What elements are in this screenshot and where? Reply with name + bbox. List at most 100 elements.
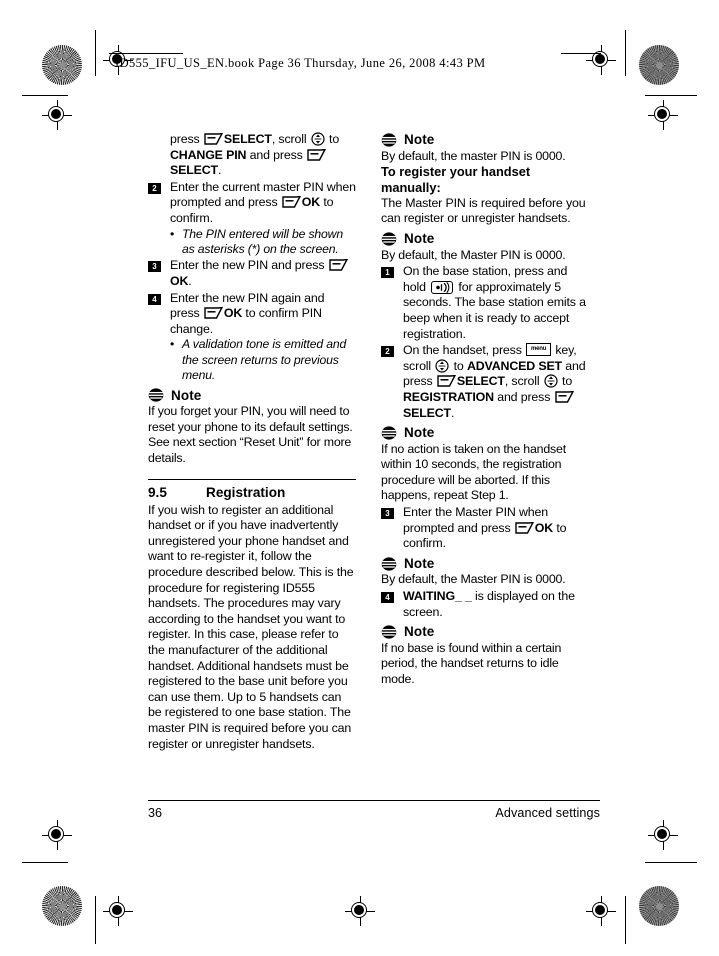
note-icon [381, 625, 397, 639]
step-3-bold-ok: OK [170, 273, 189, 288]
bullet-text-validation-tone: A validation tone is emitted and the scr… [182, 337, 347, 383]
softkey-icon [204, 306, 224, 319]
note-text-no-action: If no action is taken on the handset wit… [381, 441, 566, 503]
step-1-text-part2: , scroll [271, 132, 310, 146]
star-target-top-right [639, 45, 679, 85]
reg-step-4-bold-waiting: WAITING_ _ [403, 589, 472, 604]
registration-mark-top-right-lower [648, 100, 678, 130]
note-header-no-base-found: Note [381, 624, 589, 640]
reg-step-2-text-part6: to [558, 374, 573, 389]
step-2-bold-ok: OK [301, 195, 321, 210]
reg-step-4-body: WAITING_ _ is displayed on the screen. [403, 589, 589, 620]
reg-step-1: 1 On the base station, press and hold fo… [381, 264, 589, 342]
section-heading-registration: 9.5 Registration [148, 485, 356, 501]
reg-step-2-text-part8: . [450, 405, 455, 420]
reg-step-3-number: 3 [381, 508, 394, 520]
step-4-bold-ok: OK [223, 306, 243, 321]
step-1-bold-select-2: SELECT [170, 163, 218, 178]
scroll-key-icon [311, 132, 325, 146]
note-text-master-pin-3: By default, the Master PIN is 0000. [381, 572, 566, 587]
page-body: press SELECT, scroll to CHANGE PIN and p… [148, 132, 600, 832]
bullet-text-pin-asterisks: The PIN entered will be shown as asteris… [182, 226, 343, 256]
left-column: press SELECT, scroll to CHANGE PIN and p… [148, 132, 356, 752]
reg-step-2-text-part5: , scroll [504, 374, 543, 389]
trim-line-bottom-left [95, 896, 96, 944]
trim-line-right-top [645, 95, 697, 96]
step-1-text-part4: and press [246, 147, 306, 162]
bullet-item-pin-asterisks: • The PIN entered will be shown as aster… [170, 227, 356, 258]
reg-step-4: 4 WAITING_ _ is displayed on the screen. [381, 589, 589, 620]
trim-line-bottom-right [625, 896, 626, 944]
note-icon [381, 426, 397, 440]
registration-mark-bottom-left-lower [103, 896, 133, 926]
note-text-master-pin-2: By default, the Master PIN is 0000. [381, 247, 566, 262]
section-body-registration: If you wish to register an additional ha… [148, 502, 354, 751]
step-1-continuation: press SELECT, scroll to CHANGE PIN and p… [170, 132, 356, 179]
reg-step-2-body: On the handset, press menu key, scroll t… [403, 343, 589, 421]
note-text-master-pin-1: By default, the master PIN is 0000. [381, 148, 566, 163]
softkey-icon [204, 132, 224, 145]
step-1-bold-change-pin: CHANGE PIN [170, 147, 247, 162]
step-1-text-part5: . [217, 163, 222, 178]
reg-step-2-text-part7: and press [493, 389, 554, 404]
note-label: Note [404, 425, 435, 441]
page-footer: 36 Advanced settings [148, 800, 600, 820]
note-icon [381, 232, 397, 246]
reg-step-2-bold-select-2: SELECT [403, 405, 451, 420]
bullet-dot-icon: • [170, 226, 175, 241]
reg-step-3-body: Enter the Master PIN when prompted and p… [403, 505, 589, 552]
softkey-icon [307, 148, 327, 161]
note-header-forgot-pin: Note [148, 388, 356, 404]
sheet-header: ID555_IFU_US_EN.book Page 36 Thursday, J… [95, 50, 625, 78]
note-header-master-pin-1: Note [381, 132, 589, 148]
reg-step-2-text-part1: On the handset, press [403, 343, 526, 358]
step-3: 3 Enter the new PIN and press OK. [148, 258, 356, 289]
step-4: 4 Enter the new PIN again and press OK t… [148, 291, 356, 338]
bullet-dot-icon: • [170, 337, 175, 352]
registration-mark-bottom-right-upper [648, 820, 678, 850]
header-rule-right [561, 53, 601, 54]
note-icon [381, 557, 397, 571]
intro-text-master-pin: The Master PIN is required before you ca… [381, 195, 586, 226]
reg-step-2: 2 On the handset, press menu key, scroll… [381, 343, 589, 421]
step-4-number: 4 [148, 293, 161, 305]
softkey-icon [328, 259, 348, 272]
note-text-forgot-pin: If you forget your PIN, you will need to… [148, 404, 353, 465]
star-target-top-left [42, 45, 82, 85]
step-2-body: Enter the current master PIN when prompt… [170, 180, 356, 227]
header-rule-left [109, 53, 183, 54]
note-label: Note [171, 387, 202, 403]
reg-step-3: 3 Enter the Master PIN when prompted and… [381, 505, 589, 552]
registration-mark-top-left-lower [42, 100, 72, 130]
menu-key-label: menu [530, 346, 547, 353]
trim-line-right-bottom [645, 862, 697, 863]
subheading-register-manually: To register your handset manually: [381, 164, 531, 195]
note-label: Note [404, 230, 435, 246]
reg-step-4-number: 4 [381, 592, 394, 604]
reg-step-2-bold-registration: REGISTRATION [403, 389, 494, 404]
footer-row: 36 Advanced settings [148, 806, 600, 820]
note-icon [148, 388, 164, 402]
note-label: Note [404, 624, 435, 640]
trim-line-top-right [625, 30, 626, 76]
reg-step-1-number: 1 [381, 267, 394, 279]
softkey-icon [515, 521, 535, 534]
header-banner-text: ID555_IFU_US_EN.book Page 36 Thursday, J… [115, 56, 486, 70]
footer-page-number: 36 [148, 806, 163, 820]
softkey-icon [554, 390, 574, 403]
step-2: 2 Enter the current master PIN when prom… [148, 180, 356, 227]
paging-key-icon [431, 280, 454, 294]
step-1-text-part3: to [325, 132, 340, 146]
reg-step-2-text-part3: to [450, 358, 467, 373]
scroll-key-icon [435, 359, 449, 373]
note-icon [381, 133, 397, 147]
note-header-master-pin-2: Note [381, 231, 589, 247]
step-3-text-part2: . [188, 273, 192, 288]
reg-step-2-number: 2 [381, 346, 394, 358]
note-text-no-base-found: If no base is found within a certain per… [381, 640, 562, 686]
menu-key-icon: menu [526, 343, 552, 357]
reg-step-3-bold-ok: OK [534, 520, 554, 535]
reg-step-2-bold-advanced-set: ADVANCED SET [466, 358, 562, 373]
registration-mark-bottom-right-lower [586, 896, 616, 926]
reg-step-2-bold-select-1: SELECT [456, 374, 505, 389]
